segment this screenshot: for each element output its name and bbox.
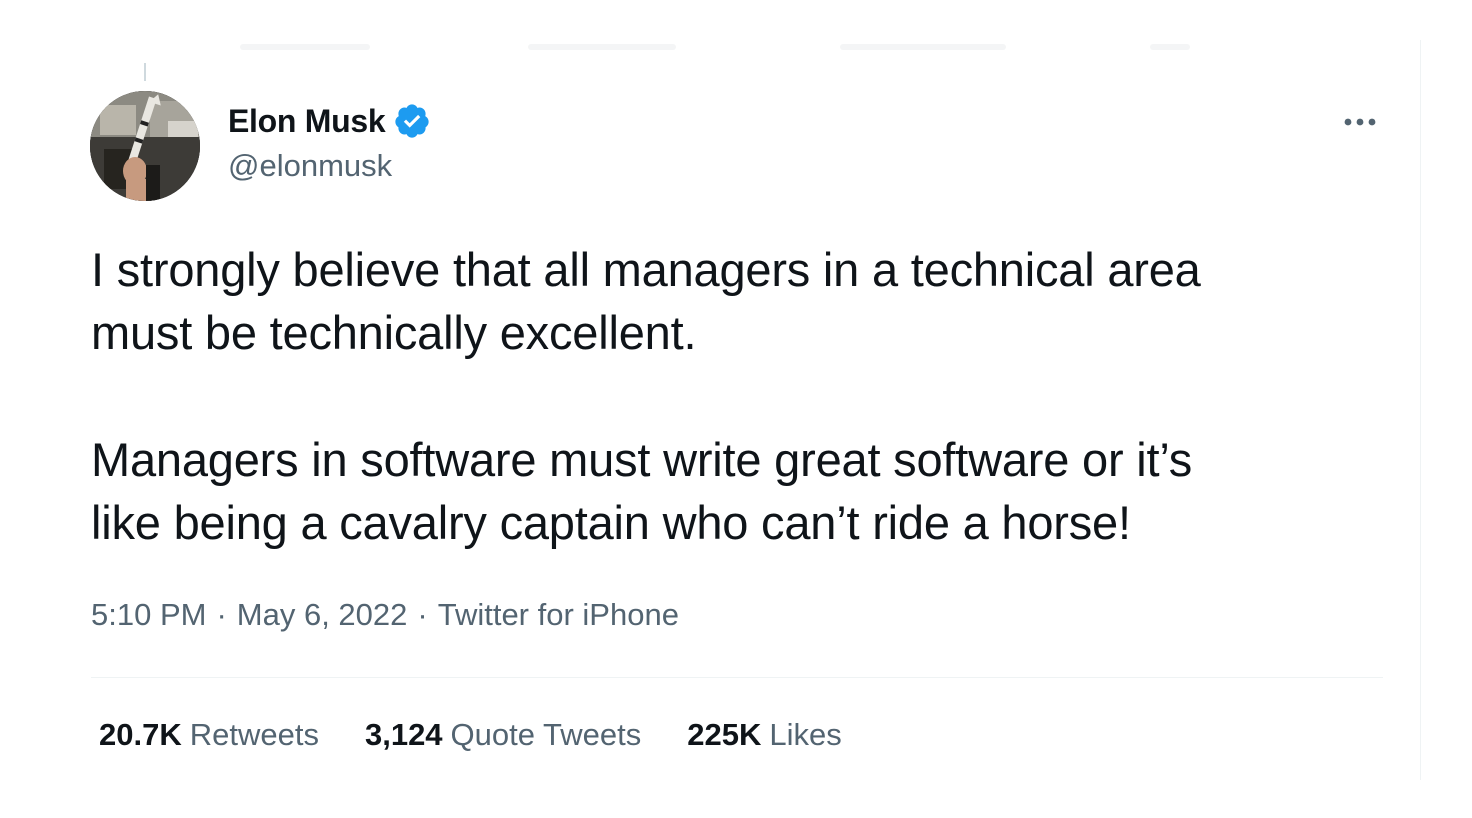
faded-header-bar — [840, 44, 1006, 50]
tweet-source-link[interactable]: Twitter for iPhone — [438, 597, 679, 633]
meta-separator: · — [216, 597, 227, 632]
tweet-metadata: 5:10 PM · May 6, 2022 · Twitter for iPho… — [91, 597, 679, 633]
retweets-count: 20.7K — [99, 717, 182, 752]
timeline-border — [1420, 40, 1421, 780]
faded-header-bar — [240, 44, 370, 50]
avatar[interactable] — [90, 91, 200, 201]
tweet-text: I strongly believe that all managers in … — [91, 238, 1391, 554]
retweets-stat[interactable]: 20.7K Retweets — [99, 717, 319, 753]
likes-label: Likes — [769, 717, 842, 752]
quote-tweets-count: 3,124 — [364, 717, 443, 752]
meta-separator: · — [417, 597, 428, 632]
tweet-time[interactable]: 5:10 PM — [91, 597, 206, 633]
faded-header-bar — [528, 44, 676, 50]
profile-avatar-image — [90, 91, 200, 201]
tweet-card: Elon Musk @elonmusk I strongly believe t… — [0, 0, 1472, 818]
author-handle[interactable]: @elonmusk — [228, 148, 392, 184]
more-options-button[interactable] — [1336, 104, 1384, 140]
author-display-name[interactable]: Elon Musk — [228, 103, 386, 140]
thread-connector-line — [144, 63, 146, 81]
likes-stat[interactable]: 225K Likes — [687, 717, 841, 753]
quote-tweets-label: Quote Tweets — [450, 717, 642, 752]
tweet-paragraph: I strongly believe that all managers in … — [91, 243, 1201, 359]
author-name-row[interactable]: Elon Musk — [228, 101, 431, 141]
quote-tweets-stat[interactable]: 3,124 Quote Tweets — [365, 717, 641, 753]
more-options-icon — [1344, 118, 1376, 126]
tweet-paragraph: Managers in software must write great so… — [91, 433, 1193, 549]
tweet-date[interactable]: May 6, 2022 — [237, 597, 408, 633]
engagement-stats: 20.7K Retweets 3,124 Quote Tweets 225K Like… — [99, 717, 888, 753]
faded-header-bar — [1150, 44, 1190, 50]
likes-count: 225K — [687, 717, 762, 752]
verified-badge-icon — [393, 102, 431, 140]
stats-divider — [91, 677, 1383, 678]
retweets-label: Retweets — [189, 717, 319, 752]
